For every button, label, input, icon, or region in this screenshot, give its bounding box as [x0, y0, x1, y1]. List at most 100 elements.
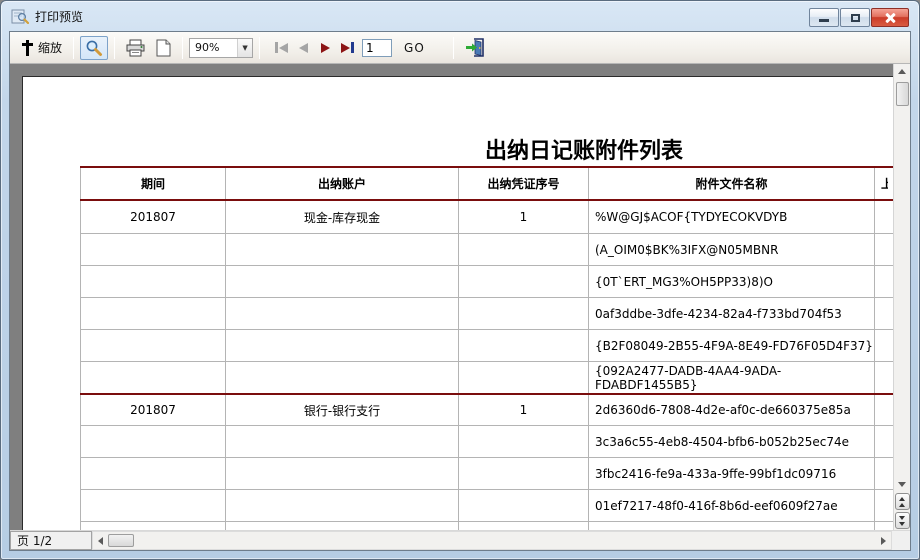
table-row: 3c07b758-0d1b-4d27-8905-173f7003bf60 [80, 521, 893, 530]
next-page-button[interactable] [314, 38, 336, 58]
table-cell [80, 298, 225, 329]
page-down-button[interactable] [895, 512, 910, 529]
next-page-icon [321, 43, 330, 53]
minimize-button[interactable] [809, 8, 839, 27]
prev-page-button[interactable] [292, 38, 314, 58]
preview-area: 出纳日记账附件列表 期间 出纳账户 出纳凭证序号 附件文件名称 上 201807… [10, 64, 893, 530]
page-up-button[interactable] [895, 493, 910, 510]
vertical-scrollbar[interactable] [893, 64, 910, 530]
horizontal-scrollbar[interactable] [92, 531, 892, 550]
table-cell [80, 330, 225, 361]
table-row: 3c3a6c55-4eb8-4504-bfb6-b052b25ec74e [80, 425, 893, 457]
table-cell-clipped [874, 490, 893, 521]
table-cell-clipped [874, 234, 893, 265]
table-cell: {092A2477-DADB-4AA4-9ADA-FDABDF1455B5} [588, 362, 874, 393]
table-row: 01ef7217-48f0-416f-8b6d-eef0609f27ae [80, 489, 893, 521]
close-button[interactable] [871, 8, 909, 27]
header-account: 出纳账户 [225, 168, 458, 199]
table-cell [80, 426, 225, 457]
double-up-icon [899, 496, 905, 508]
table-cell [458, 458, 588, 489]
table-cell: 3fbc2416-fe9a-433a-9ffe-99bf1dc09716 [588, 458, 874, 489]
prev-page-icon [299, 43, 308, 53]
table-row: {0T`ERT_MG3%OH5PP33)8)O [80, 265, 893, 297]
table-cell [225, 458, 458, 489]
exit-door-icon [465, 38, 485, 57]
table-cell: 201807 [80, 395, 225, 425]
table-cell-clipped [874, 266, 893, 297]
horizontal-scroll-thumb[interactable] [108, 534, 134, 547]
last-page-button[interactable] [336, 38, 358, 58]
arrow-down-icon [898, 482, 906, 487]
toolbar: 缩放 [10, 32, 910, 64]
chevron-down-icon[interactable]: ▼ [237, 39, 252, 57]
header-filename: 附件文件名称 [588, 168, 874, 199]
table-cell [225, 522, 458, 530]
double-down-icon [899, 515, 905, 527]
table-cell: 3c3a6c55-4eb8-4504-bfb6-b052b25ec74e [588, 426, 874, 457]
first-page-icon [275, 42, 278, 53]
zoom-mode-button[interactable]: 缩放 [16, 36, 67, 59]
toolbar-separator [453, 37, 454, 59]
blank-page-icon [156, 39, 171, 57]
page-number-input[interactable] [362, 39, 392, 57]
clipped-header-fragment: 上 [881, 175, 888, 192]
toolbar-separator [259, 37, 260, 59]
exit-button[interactable] [460, 35, 490, 60]
arrow-left-icon [98, 537, 103, 545]
table-row: {B2F08049-2B55-4F9A-8E49-FD76F05D4F37} [80, 329, 893, 361]
zoom-mode-label: 缩放 [38, 39, 62, 56]
page-navigation: GO [270, 38, 429, 58]
table-cell [80, 522, 225, 530]
magnifier-button[interactable] [80, 36, 108, 60]
table-cell-clipped [874, 298, 893, 329]
titlebar[interactable]: 打印预览 [1, 1, 919, 31]
page-indicator: 页 1/2 [10, 531, 92, 550]
vertical-scroll-thumb[interactable] [896, 82, 909, 106]
table-cell-clipped [874, 362, 893, 393]
report-title: 出纳日记账附件列表 [485, 133, 683, 165]
zoom-level-select[interactable]: 90% ▼ [189, 38, 253, 58]
table-row: {092A2477-DADB-4AA4-9ADA-FDABDF1455B5} [80, 361, 893, 393]
scroll-down-button[interactable] [895, 477, 910, 492]
header-period: 期间 [80, 168, 225, 199]
toolbar-separator [73, 37, 74, 59]
document-page: 出纳日记账附件列表 期间 出纳账户 出纳凭证序号 附件文件名称 上 201807… [22, 76, 893, 530]
first-page-button[interactable] [270, 38, 292, 58]
table-cell [458, 298, 588, 329]
window-title: 打印预览 [35, 8, 83, 25]
last-page-icon [341, 43, 350, 53]
header-clipped-column: 上 [874, 168, 893, 199]
table-cell-clipped [874, 330, 893, 361]
go-button[interactable]: GO [400, 41, 429, 55]
print-button[interactable] [121, 36, 151, 60]
attachment-table-body: 201807现金-库存现金1%W@GJ$ACOF{TYDYECOKVDYB(A_… [80, 201, 893, 530]
printer-icon [126, 39, 146, 57]
table-cell-clipped [874, 201, 893, 233]
toolbar-separator [114, 37, 115, 59]
table-cell [225, 490, 458, 521]
scrollbar-corner [892, 531, 910, 550]
restore-button[interactable] [840, 8, 870, 27]
header-voucher-no: 出纳凭证序号 [458, 168, 588, 199]
close-icon [884, 12, 896, 24]
page-setup-button[interactable] [151, 36, 176, 60]
table-cell [225, 362, 458, 393]
table-cell [225, 426, 458, 457]
table-cell-clipped [874, 395, 893, 425]
table-cell [458, 362, 588, 393]
scroll-right-button[interactable] [876, 533, 891, 548]
table-cell [80, 490, 225, 521]
scroll-left-button[interactable] [93, 533, 108, 548]
magnifier-icon [85, 39, 103, 57]
table-cell [80, 266, 225, 297]
table-cell: 1 [458, 395, 588, 425]
table-cell: {0T`ERT_MG3%OH5PP33)8)O [588, 266, 874, 297]
client-area: 缩放 [9, 31, 911, 551]
scroll-up-button[interactable] [895, 64, 910, 79]
table-row: 201807银行-银行支行12d6360d6-7808-4d2e-af0c-de… [80, 393, 893, 425]
table-cell [458, 490, 588, 521]
table-cell [80, 458, 225, 489]
table-cell: 3c07b758-0d1b-4d27-8905-173f7003bf60 [588, 522, 874, 530]
status-bar: 页 1/2 [10, 530, 910, 550]
